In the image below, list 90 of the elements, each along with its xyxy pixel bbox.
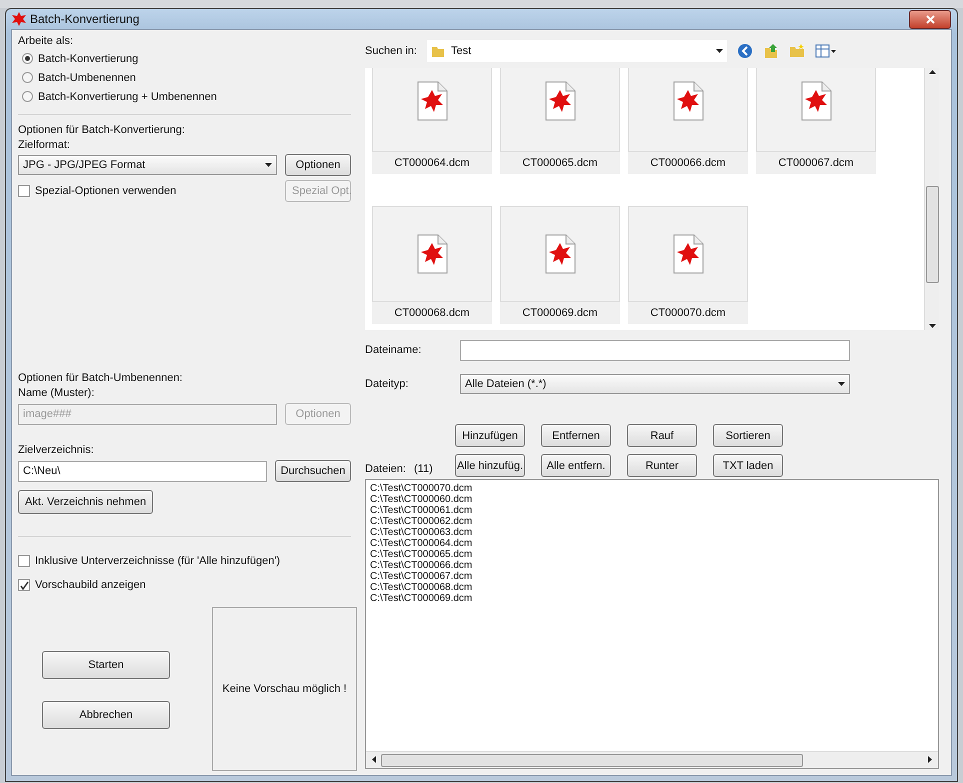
radio-button[interactable] <box>22 91 33 102</box>
file-icon <box>543 234 577 274</box>
file-name[interactable]: CT000068.dcm <box>372 302 492 324</box>
up-folder-icon[interactable] <box>762 43 779 59</box>
checkbox-label[interactable]: Vorschaubild anzeigen <box>35 579 146 591</box>
action-button[interactable]: Abbrechen <box>42 701 170 729</box>
radio-label[interactable]: Batch-Umbenennen <box>38 72 136 84</box>
list-button[interactable]: Sortieren <box>713 424 783 447</box>
field-label: Zielformat: <box>18 138 71 153</box>
list-button[interactable]: Runter <box>627 454 697 477</box>
file-count: (11) <box>414 463 433 475</box>
radio-label[interactable]: Batch-Konvertierung <box>38 52 138 64</box>
list-button[interactable]: Rauf <box>627 424 697 447</box>
file-name[interactable]: CT000066.dcm <box>628 152 748 174</box>
file-thumbnail[interactable] <box>500 68 620 152</box>
file-list-item[interactable]: C:\Test\CT000066.dcm <box>370 560 934 571</box>
file-icon <box>415 81 449 121</box>
field-label: Suchen in: <box>365 45 417 57</box>
checkbox-label[interactable]: Inklusive Unterverzeichnisse (für 'Alle hinzufügen') <box>35 555 280 567</box>
list-button[interactable]: TXT laden <box>713 454 783 477</box>
close-icon[interactable] <box>909 10 951 28</box>
files-label: Dateien: <box>365 463 406 475</box>
file-list-item[interactable]: C:\Test\CT000062.dcm <box>370 516 934 527</box>
new-folder-icon[interactable] <box>788 43 805 59</box>
file-list-item[interactable]: C:\Test\CT000069.dcm <box>370 593 934 604</box>
caret-icon[interactable] <box>265 161 272 169</box>
file-thumbnail[interactable] <box>372 68 492 152</box>
scroll-right-icon[interactable] <box>927 756 934 764</box>
file-list-item[interactable]: C:\Test\CT000064.dcm <box>370 538 934 549</box>
file-thumbnail[interactable] <box>756 68 876 152</box>
field-label: Zielverzeichnis: <box>18 443 95 458</box>
field-label: Dateityp: <box>365 376 410 392</box>
file-list-item[interactable]: C:\Test\CT000061.dcm <box>370 505 934 516</box>
file-list-item[interactable]: C:\Test\CT000065.dcm <box>370 549 934 560</box>
scroll-left-icon[interactable] <box>370 756 377 764</box>
checkbox[interactable] <box>18 579 30 591</box>
caret-icon[interactable] <box>838 380 845 388</box>
file-icon <box>671 81 705 121</box>
list-button[interactable]: Alle entfern. <box>541 454 611 477</box>
radio-label[interactable]: Batch-Konvertierung + Umbenennen <box>38 90 217 102</box>
section-heading: Optionen für Batch-Konvertierung: <box>18 123 186 138</box>
file-list-item[interactable]: C:\Test\CT000060.dcm <box>370 494 934 505</box>
view-menu-icon[interactable] <box>814 43 837 59</box>
folder-dropdown[interactable]: Test <box>426 40 727 62</box>
file-list-item[interactable]: C:\Test\CT000067.dcm <box>370 571 934 582</box>
radio-button[interactable] <box>22 53 33 64</box>
file-list-item[interactable]: C:\Test\CT000068.dcm <box>370 582 934 593</box>
filename-field[interactable] <box>460 340 850 360</box>
section-heading: Optionen für Batch-Umbenennen: <box>18 371 184 386</box>
list-button[interactable]: Entfernen <box>541 424 611 447</box>
file-thumbnail[interactable] <box>628 68 748 152</box>
back-icon[interactable] <box>736 43 753 59</box>
target-folder-field[interactable]: C:\Neu\ <box>18 460 267 482</box>
list-button[interactable]: Hinzufügen <box>455 424 525 447</box>
checkbox[interactable] <box>18 555 30 567</box>
file-name[interactable]: CT000069.dcm <box>500 302 620 324</box>
checkbox-label[interactable]: Spezial-Optionen verwenden <box>35 185 176 197</box>
scroll-down-icon[interactable] <box>928 322 936 330</box>
current-folder-button[interactable]: Akt. Verzeichnis nehmen <box>18 490 154 514</box>
file-thumbnail[interactable] <box>500 206 620 302</box>
file-icon <box>799 81 833 121</box>
file-thumbnail[interactable] <box>372 206 492 302</box>
preview-message: Keine Vorschau möglich ! <box>222 683 347 695</box>
field-label: Dateiname: <box>365 342 422 358</box>
file-name[interactable]: CT000067.dcm <box>756 152 876 174</box>
file-list-item[interactable]: C:\Test\CT000070.dcm <box>370 483 934 494</box>
caret-icon[interactable] <box>716 47 723 55</box>
list-button[interactable]: Alle hinzufüg. <box>455 454 525 477</box>
window-title: Batch-Konvertierung <box>30 12 140 26</box>
action-button[interactable]: Starten <box>42 651 170 679</box>
checkbox[interactable] <box>18 185 30 197</box>
file-name[interactable]: CT000065.dcm <box>500 152 620 174</box>
file-icon <box>671 234 705 274</box>
file-name[interactable]: CT000070.dcm <box>628 302 748 324</box>
field-label: Name (Muster): <box>18 386 96 401</box>
format-dropdown[interactable]: JPG - JPG/JPEG Format <box>18 155 277 175</box>
horizontal-scrollbar[interactable] <box>366 751 938 768</box>
radio-button[interactable] <box>22 72 33 83</box>
app-icon <box>12 12 26 26</box>
folder-icon <box>430 44 445 58</box>
file-list-item[interactable]: C:\Test\CT000063.dcm <box>370 527 934 538</box>
browse-button[interactable]: Durchsuchen <box>275 460 351 482</box>
options-button[interactable]: Optionen <box>285 154 351 176</box>
file-icon <box>415 234 449 274</box>
file-thumbnail[interactable] <box>628 206 748 302</box>
group-label: Arbeite als: <box>18 34 74 49</box>
file-icon <box>543 81 577 121</box>
scroll-up-icon[interactable] <box>928 68 936 76</box>
filetype-dropdown[interactable]: Alle Dateien (*.*) <box>460 374 850 394</box>
file-name[interactable]: CT000064.dcm <box>372 152 492 174</box>
